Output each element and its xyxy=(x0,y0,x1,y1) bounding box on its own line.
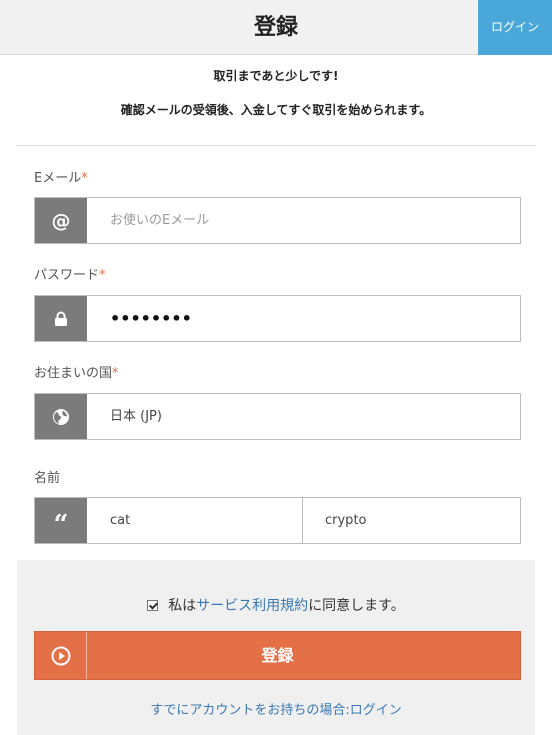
name-label: 名前 xyxy=(34,467,60,486)
password-label: パスワード* xyxy=(34,264,106,283)
email-label: Eメール* xyxy=(34,167,88,186)
register-button-label: 登録 xyxy=(261,646,294,665)
divider xyxy=(17,145,535,146)
country-value: 日本 (JP) xyxy=(110,409,162,424)
first-name-input[interactable]: cat xyxy=(110,498,130,543)
lock-icon xyxy=(35,296,87,341)
email-label-text: Eメール xyxy=(34,171,82,186)
existing-account-login-link[interactable]: すでにアカウントをお持ちの場合:ログイン xyxy=(17,699,535,718)
terms-checkbox[interactable] xyxy=(147,600,159,611)
quote-icon: “ xyxy=(35,498,87,543)
at-sign-icon: @ xyxy=(35,198,87,243)
page-title: 登録 xyxy=(253,15,298,40)
login-button[interactable]: ログイン xyxy=(478,0,552,55)
terms-agreement: 私はサービス利用規約に同意します。 xyxy=(17,595,535,615)
required-mark: * xyxy=(112,366,119,381)
name-field: “ cat crypto xyxy=(34,497,521,544)
header: 登録 ログイン xyxy=(0,0,552,55)
password-label-text: パスワード xyxy=(34,268,100,283)
email-input-placeholder: お使いのEメール xyxy=(110,213,210,228)
required-mark: * xyxy=(99,268,106,283)
register-button[interactable]: 登録 xyxy=(34,631,521,680)
last-name-input[interactable]: crypto xyxy=(325,498,367,543)
password-field[interactable]: •••••••• xyxy=(34,295,521,342)
terms-suffix: に同意します。 xyxy=(308,598,405,614)
country-label-text: お住まいの国 xyxy=(34,366,113,381)
intro-line-2: 確認メールの受領後、入金してすぐ取引を始められます。 xyxy=(120,103,432,117)
country-label: お住まいの国* xyxy=(34,362,119,381)
required-mark: * xyxy=(81,171,88,186)
intro-line-1: 取引まであと少しです! xyxy=(213,69,339,83)
password-value: •••••••• xyxy=(110,309,192,328)
email-field[interactable]: @ お使いのEメール xyxy=(34,197,521,244)
terms-link[interactable]: サービス利用規約 xyxy=(196,598,308,614)
country-select[interactable]: 日本 (JP) xyxy=(34,393,521,440)
name-label-text: 名前 xyxy=(34,471,61,486)
name-divider xyxy=(302,498,303,543)
globe-icon xyxy=(35,394,87,439)
terms-prefix: 私は xyxy=(168,598,197,614)
footer-panel: 私はサービス利用規約に同意します。 登録 すでにアカウントをお持ちの場合:ログイ… xyxy=(17,560,535,735)
